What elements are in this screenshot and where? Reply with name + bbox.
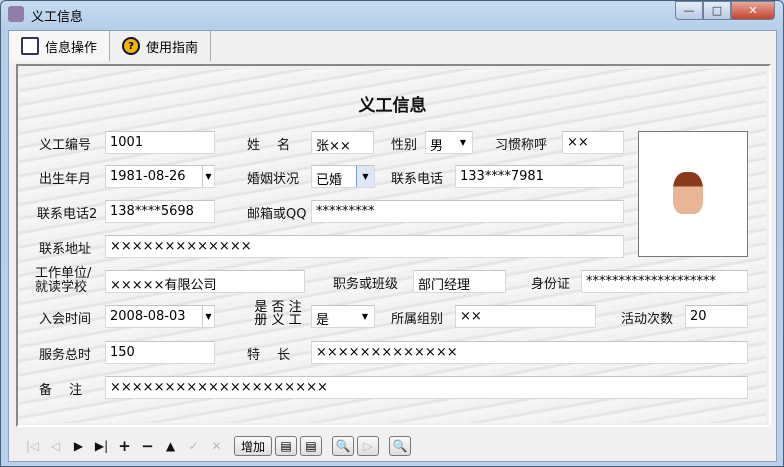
gender-label: 性别 (391, 138, 418, 153)
add-button[interactable]: 增加 (234, 436, 273, 456)
window: 义工信息 — □ ✕ 信息操作 ? 使用指南 义工信息 义工编号 1001 姓 名… (0, 0, 784, 467)
birth-date-picker[interactable]: 1981-08-26 ▼ (105, 165, 215, 188)
join-label: 入会时间 (39, 312, 92, 327)
registered-select[interactable]: 是 ▼ (311, 305, 375, 328)
work-label: 工作单位/就读学校 (35, 267, 91, 295)
id-input[interactable]: 1001 (105, 131, 215, 154)
specialty-label: 特 长 (247, 348, 291, 363)
nickname-label: 习惯称呼 (495, 138, 548, 153)
last-record-icon[interactable]: ▶| (90, 435, 113, 457)
phone-label: 联系电话 (391, 172, 444, 187)
marital-label: 婚姻状况 (247, 172, 300, 187)
work-label-line1: 工作单位/ (35, 266, 92, 281)
phone2-label: 联系电话2 (37, 207, 98, 222)
delete-icon[interactable]: − (136, 435, 159, 457)
marital-select[interactable]: 已婚 ▼ (311, 165, 375, 188)
search-icon[interactable]: 🔍 (332, 436, 355, 456)
navigator-toolbar: |◁ ◁ ▶ ▶| + − ▲ ✓ ✕ 增加 ▤ ▤ 🔍 ▷ 🔍 (15, 433, 770, 459)
help-icon: ? (122, 37, 141, 55)
work-label-line2: 就读学校 (35, 280, 88, 295)
info-op-icon (21, 37, 39, 55)
chevron-down-icon: ▼ (459, 138, 467, 147)
avatar (673, 172, 703, 214)
photo-box[interactable] (638, 131, 748, 257)
registered-label-bottom: 册 义 工 (254, 313, 302, 328)
name-label: 姓 名 (247, 138, 291, 153)
tab-label: 信息操作 (45, 40, 98, 56)
edit-icon[interactable]: ▲ (159, 435, 182, 457)
play-icon[interactable]: ▷ (357, 436, 380, 456)
registered-label: 是 否 注册 义 工 (247, 301, 309, 327)
form-title: 义工信息 (358, 96, 427, 116)
address-input[interactable]: ××××××××××××× (105, 235, 624, 258)
birth-value: 1981-08-26 (110, 169, 186, 184)
address-label: 联系地址 (39, 242, 92, 257)
idcard-input[interactable]: ******************** (581, 270, 748, 293)
close-button[interactable]: ✕ (731, 1, 775, 20)
post-icon[interactable]: ✓ (182, 435, 205, 457)
print-preview-icon[interactable]: ▤ (300, 436, 323, 456)
group-input[interactable]: ×× (455, 305, 596, 328)
specialty-input[interactable]: ××××××××××××× (311, 341, 748, 364)
birth-label: 出生年月 (39, 172, 92, 187)
remark-label: 备 注 (39, 383, 83, 398)
find-icon[interactable]: 🔍 (389, 436, 412, 456)
cancel-icon[interactable]: ✕ (205, 435, 228, 457)
chevron-down-icon: ▼ (361, 312, 369, 321)
prior-record-icon[interactable]: ◁ (44, 435, 67, 457)
hours-input[interactable]: 150 (105, 341, 215, 364)
chevron-down-icon: ▼ (356, 166, 374, 187)
tab-label: 使用指南 (146, 40, 199, 56)
position-label: 职务或班级 (333, 277, 399, 292)
phone2-input[interactable]: 138****5698 (105, 200, 215, 223)
activities-input[interactable]: 20 (685, 305, 748, 328)
tab-user-guide[interactable]: ? 使用指南 (110, 31, 212, 61)
chevron-down-icon: ▼ (202, 306, 214, 327)
gender-value: 男 (430, 139, 444, 154)
name-input[interactable]: 张×× (311, 131, 374, 154)
gender-select[interactable]: 男 ▼ (425, 131, 473, 154)
window-title: 义工信息 (31, 10, 84, 25)
hours-label: 服务总时 (39, 348, 92, 363)
chevron-down-icon: ▼ (202, 166, 214, 187)
print-icon[interactable]: ▤ (275, 436, 298, 456)
app-icon (8, 6, 24, 22)
tab-info-operation[interactable]: 信息操作 (9, 31, 111, 61)
first-record-icon[interactable]: |◁ (21, 435, 44, 457)
maximize-button[interactable]: □ (703, 1, 731, 20)
join-value: 2008-08-03 (110, 309, 186, 324)
activities-label: 活动次数 (621, 312, 674, 327)
nickname-input[interactable]: ×× (562, 131, 624, 154)
next-record-icon[interactable]: ▶ (67, 435, 90, 457)
marital-value: 已婚 (316, 173, 343, 188)
email-input[interactable]: ********* (311, 200, 624, 223)
position-input[interactable]: 部门经理 (413, 270, 506, 293)
registered-value: 是 (316, 313, 330, 328)
title-bar: 义工信息 — □ ✕ (1, 1, 783, 27)
insert-icon[interactable]: + (113, 435, 136, 457)
minimize-button[interactable]: — (675, 1, 703, 20)
join-date-picker[interactable]: 2008-08-03 ▼ (105, 305, 215, 328)
phone-input[interactable]: 133****7981 (455, 165, 624, 188)
id-label: 义工编号 (39, 138, 92, 153)
group-label: 所属组别 (391, 312, 444, 327)
work-input[interactable]: ×××××有限公司 (105, 270, 305, 293)
remark-input[interactable]: ×××××××××××××××××××× (105, 376, 748, 399)
idcard-label: 身份证 (531, 277, 571, 292)
email-label: 邮箱或QQ (247, 207, 307, 222)
